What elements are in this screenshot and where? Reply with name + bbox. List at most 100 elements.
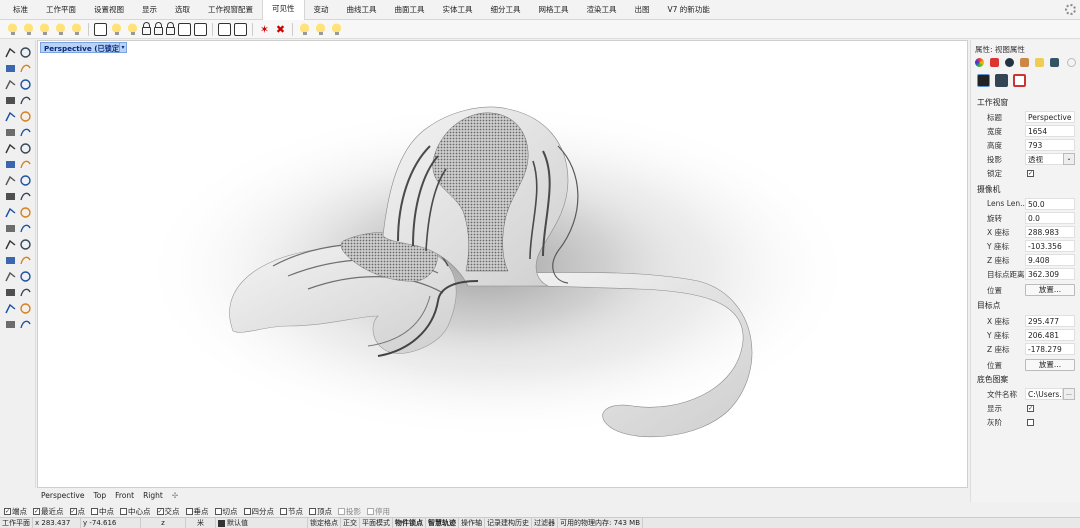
- delete-hidden-icon[interactable]: ✖: [274, 23, 287, 36]
- lock-swap-icon[interactable]: [166, 22, 175, 35]
- wallpaper-browse-button[interactable]: ...: [1063, 388, 1075, 400]
- unisolate-icon[interactable]: [234, 22, 247, 36]
- tool-wrench-icon[interactable]: [4, 318, 17, 331]
- osnap-10[interactable]: 顶点: [309, 506, 332, 517]
- prop-value[interactable]: 793: [1025, 139, 1075, 151]
- osnap-0[interactable]: ✓ 端点: [4, 506, 27, 517]
- osnap-checkbox[interactable]: [309, 507, 316, 515]
- osnap-checkbox[interactable]: [214, 507, 222, 515]
- add-viewport-tab-icon[interactable]: ✣: [172, 491, 178, 500]
- osnap-7[interactable]: 切点: [214, 506, 238, 517]
- tool-square-icon[interactable]: [4, 254, 17, 267]
- show-in-detail-icon[interactable]: [110, 22, 123, 36]
- tool-circle-icon[interactable]: [4, 78, 17, 91]
- ribbon-tab[interactable]: 变动: [305, 0, 338, 20]
- tool-dims-icon[interactable]: [4, 286, 17, 299]
- viewport-tab-top[interactable]: Top: [93, 491, 106, 500]
- texture-icon[interactable]: [1050, 58, 1059, 67]
- osnap-checkbox[interactable]: [185, 507, 193, 515]
- prop-value[interactable]: 9.408: [1025, 254, 1075, 266]
- tool-polyline-icon[interactable]: [4, 62, 17, 75]
- osnap-4[interactable]: 中心点: [120, 506, 151, 517]
- select-clear-icon[interactable]: ✶: [258, 23, 271, 36]
- tool-ellipse-icon[interactable]: [19, 78, 32, 91]
- status-toggle[interactable]: 操作轴: [459, 517, 485, 528]
- ribbon-tab[interactable]: 可见性: [262, 0, 305, 20]
- tool-arrow-icon[interactable]: [4, 46, 17, 59]
- status-toggle[interactable]: 正交: [341, 517, 360, 528]
- status-layer[interactable]: 默认值: [216, 517, 308, 528]
- color-wheel-icon[interactable]: [975, 58, 984, 67]
- tool-star-icon[interactable]: [19, 174, 32, 187]
- prop-value[interactable]: 50.0: [1025, 198, 1075, 210]
- prop-value[interactable]: 362.309: [1025, 268, 1075, 280]
- tool-cube-icon[interactable]: [19, 206, 32, 219]
- show-all-bulb-icon[interactable]: [298, 22, 311, 36]
- prop-checkbox[interactable]: ✓: [1027, 170, 1034, 177]
- tool-align-icon[interactable]: [19, 286, 32, 299]
- viewport-tab-right[interactable]: Right: [143, 491, 163, 500]
- ribbon-tab[interactable]: 工作视窗配置: [199, 0, 262, 20]
- prop-checkbox[interactable]: ✓: [1027, 405, 1034, 412]
- osnap-8[interactable]: 四分点: [243, 506, 274, 517]
- lock-icon[interactable]: [142, 22, 151, 35]
- osnap-9[interactable]: 节点: [280, 506, 303, 517]
- tool-dot-icon[interactable]: [19, 46, 32, 59]
- tool-chain-icon[interactable]: [4, 190, 17, 203]
- prop-value[interactable]: 288.983: [1025, 226, 1075, 238]
- status-cplane[interactable]: 工作平面: [0, 517, 33, 528]
- hide-all-bulb-icon[interactable]: [314, 22, 327, 36]
- tool-link-icon[interactable]: [19, 190, 32, 203]
- osnap-checkbox[interactable]: [243, 507, 251, 515]
- tool-curve2-icon[interactable]: [19, 126, 32, 139]
- status-toggle[interactable]: 锁定格点: [308, 517, 341, 528]
- ribbon-tab[interactable]: 工作平面: [37, 0, 85, 20]
- tool-curve-icon[interactable]: [19, 110, 32, 123]
- hide-in-viewport-icon[interactable]: [126, 22, 139, 36]
- osnap-checkbox[interactable]: ✓: [33, 507, 40, 515]
- pencil-icon[interactable]: [1020, 58, 1029, 67]
- viewport-tab-perspective[interactable]: Perspective: [41, 491, 84, 500]
- tool-box-icon[interactable]: [4, 126, 17, 139]
- panel-more-icon[interactable]: [1067, 58, 1076, 67]
- status-toggle[interactable]: 记录建构历史: [485, 517, 532, 528]
- osnap-checkbox[interactable]: ✓: [69, 507, 77, 515]
- prop-checkbox[interactable]: [1027, 419, 1034, 426]
- tool-extrude-icon[interactable]: [19, 222, 32, 235]
- show-objects-icon[interactable]: [22, 22, 35, 36]
- lights-icon[interactable]: [995, 74, 1008, 87]
- tool-sphere-icon[interactable]: [4, 142, 17, 155]
- tool-chain2-icon[interactable]: [19, 254, 32, 267]
- camera-place-button[interactable]: 放置...: [1025, 284, 1075, 296]
- show-selected-icon[interactable]: [38, 22, 51, 36]
- prop-value[interactable]: 1654: [1025, 125, 1075, 137]
- ribbon-tab[interactable]: V7 的新功能: [659, 0, 719, 20]
- tool-rect-icon[interactable]: [19, 94, 32, 107]
- osnap-checkbox[interactable]: [120, 507, 127, 515]
- tool-gear-icon[interactable]: [4, 174, 17, 187]
- ribbon-tab[interactable]: 细分工具: [482, 0, 530, 20]
- ribbon-tab[interactable]: 渲染工具: [578, 0, 626, 20]
- osnap-checkbox[interactable]: [367, 507, 374, 515]
- osnap-3[interactable]: 中点: [91, 506, 114, 517]
- hide-points-icon[interactable]: [70, 22, 83, 36]
- ribbon-tab[interactable]: 选取: [166, 0, 199, 20]
- osnap-checkbox[interactable]: ✓: [156, 507, 164, 515]
- ribbon-tab[interactable]: 设置视图: [85, 0, 133, 20]
- material-icon[interactable]: [990, 58, 999, 67]
- tool-shield-icon[interactable]: [4, 302, 17, 315]
- ribbon-tab[interactable]: 曲面工具: [386, 0, 434, 20]
- tool-lock-icon[interactable]: [4, 222, 17, 235]
- osnap-checkbox[interactable]: ✓: [4, 507, 11, 515]
- prop-value[interactable]: 295.477: [1025, 315, 1075, 327]
- tool-sphere2-icon[interactable]: [19, 142, 32, 155]
- tool-brick-icon[interactable]: [19, 238, 32, 251]
- hide-in-detail-icon[interactable]: [94, 22, 107, 36]
- prop-value[interactable]: 206.481: [1025, 329, 1075, 341]
- viewport-tab-front[interactable]: Front: [115, 491, 134, 500]
- projection-dropdown-icon[interactable]: ⌄: [1063, 153, 1075, 165]
- wallpaper-icon[interactable]: [1013, 74, 1026, 87]
- tool-crosshair-icon[interactable]: [19, 318, 32, 331]
- tool-triangle-icon[interactable]: [4, 94, 17, 107]
- camera-icon[interactable]: [977, 74, 990, 87]
